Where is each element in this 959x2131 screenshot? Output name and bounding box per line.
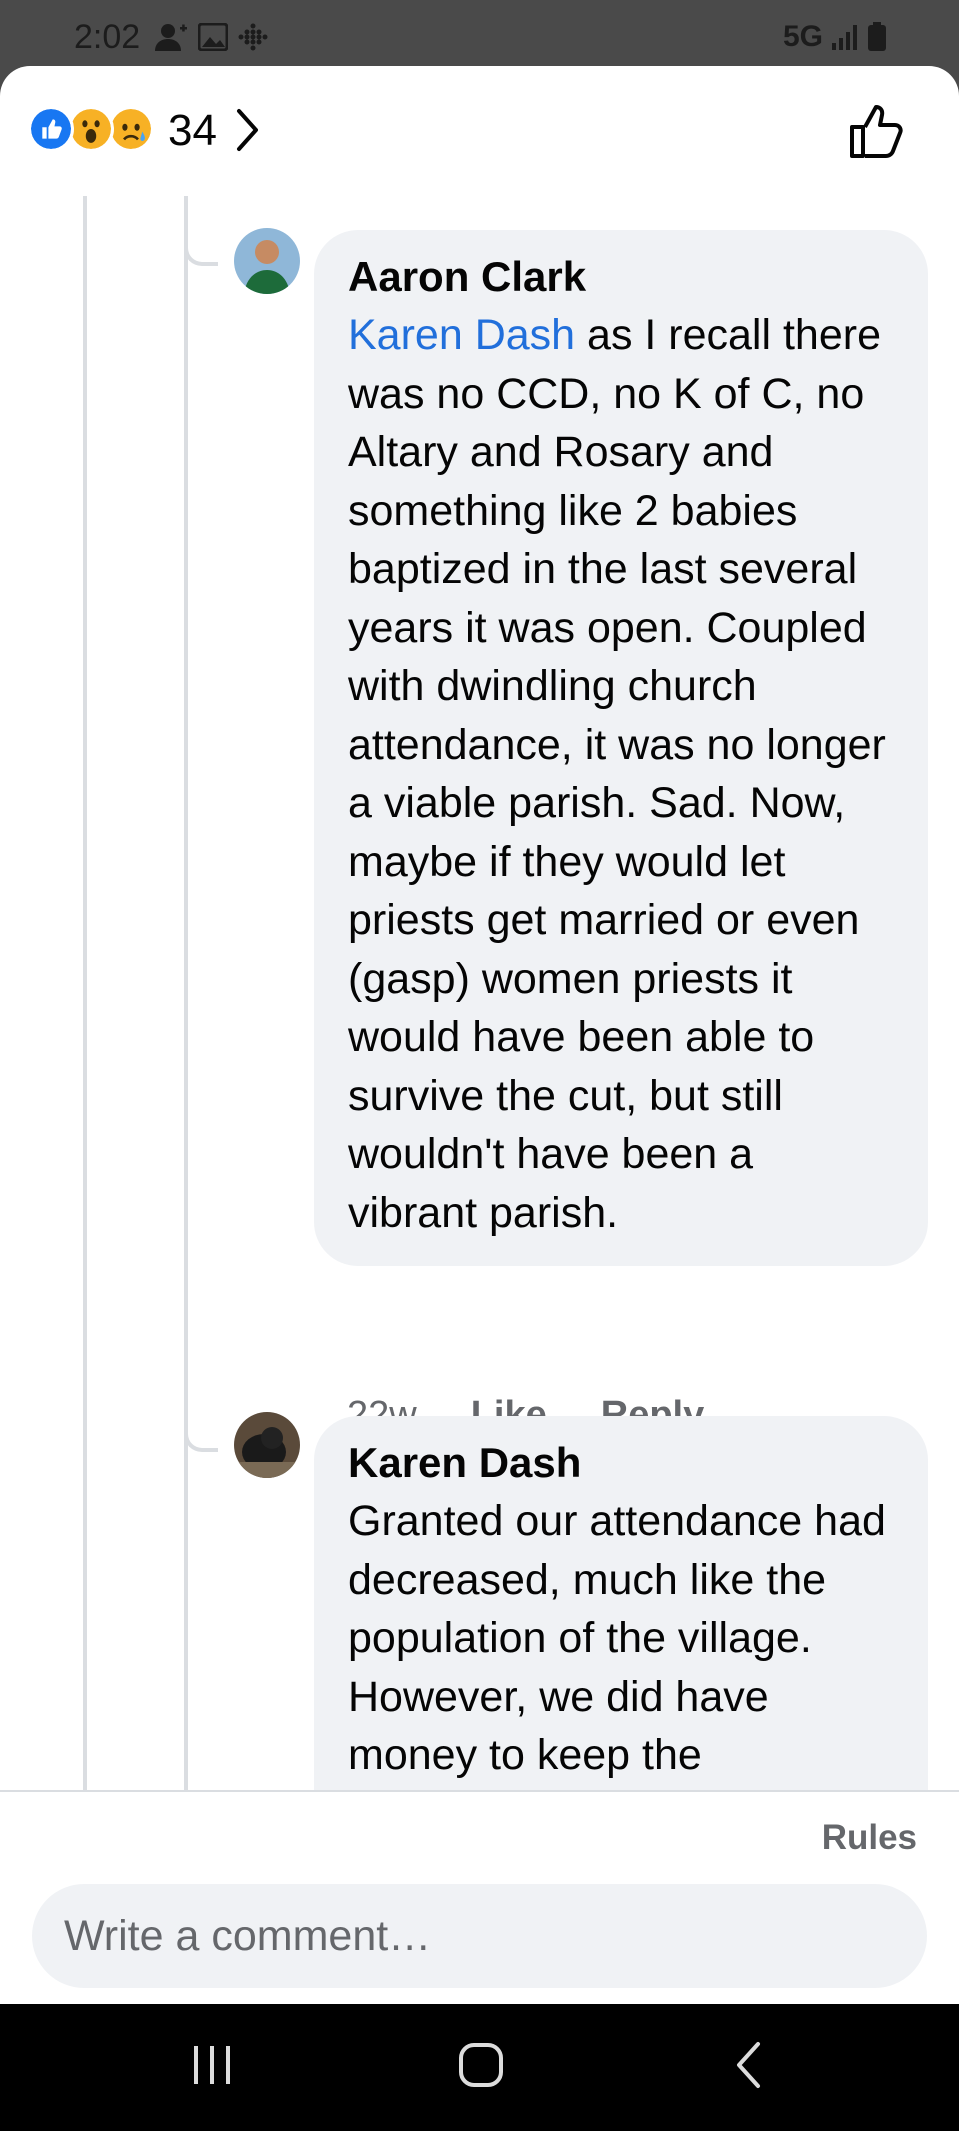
thread-line-inner xyxy=(184,196,188,1790)
add-contact-icon xyxy=(155,24,187,51)
gallery-icon xyxy=(198,23,228,51)
network-type: 5G xyxy=(782,20,823,53)
like-icon xyxy=(28,106,74,152)
comment-composer: Rules xyxy=(0,1790,959,2004)
comment-author[interactable]: Aaron Clark xyxy=(348,248,894,306)
comment-bubble[interactable]: Karen Dash Granted our attendance had de… xyxy=(314,1416,928,1790)
reactions-header[interactable]: 34 xyxy=(0,66,959,196)
chevron-right-icon[interactable] xyxy=(236,108,260,152)
sad-icon xyxy=(108,106,154,152)
comment-text: Karen Dash as I recall there was no CCD,… xyxy=(348,306,894,1242)
comment-author[interactable]: Karen Dash xyxy=(348,1434,894,1492)
battery-icon xyxy=(868,22,886,51)
comment-bubble[interactable]: Aaron Clark Karen Dash as I recall there… xyxy=(314,230,928,1266)
dots-grid-icon xyxy=(238,23,268,51)
reply-connector xyxy=(184,246,218,266)
avatar[interactable] xyxy=(234,1412,300,1478)
reaction-count[interactable]: 34 xyxy=(168,106,217,156)
comments-sheet: 34 Aaron Clark Karen Dash as I recall th… xyxy=(0,66,959,2004)
reaction-emojis[interactable] xyxy=(28,106,154,152)
status-bar: 2:02 5G xyxy=(0,0,959,66)
home-icon[interactable] xyxy=(458,2040,504,2090)
back-icon[interactable] xyxy=(734,2040,764,2090)
signal-icon xyxy=(832,25,857,50)
avatar[interactable] xyxy=(234,228,300,294)
navigation-bar xyxy=(0,2004,959,2131)
status-notification-icons xyxy=(154,22,268,52)
wow-icon xyxy=(68,106,114,152)
comment-thread: Aaron Clark Karen Dash as I recall there… xyxy=(0,196,959,1790)
rules-link[interactable]: Rules xyxy=(822,1818,917,1858)
mention-link[interactable]: Karen Dash xyxy=(348,311,575,359)
status-system-icons: 5G xyxy=(783,20,887,54)
comment-text: Granted our attendance had decreased, mu… xyxy=(348,1497,886,1779)
recent-apps-icon[interactable] xyxy=(190,2040,234,2090)
status-time: 2:02 xyxy=(74,18,141,56)
reply-connector xyxy=(184,1432,218,1452)
like-post-icon[interactable] xyxy=(849,102,903,160)
comment-input[interactable] xyxy=(32,1884,927,1988)
thread-line-outer xyxy=(83,196,87,1790)
comment-body: as I recall there was no CCD, no K of C,… xyxy=(348,311,886,1237)
